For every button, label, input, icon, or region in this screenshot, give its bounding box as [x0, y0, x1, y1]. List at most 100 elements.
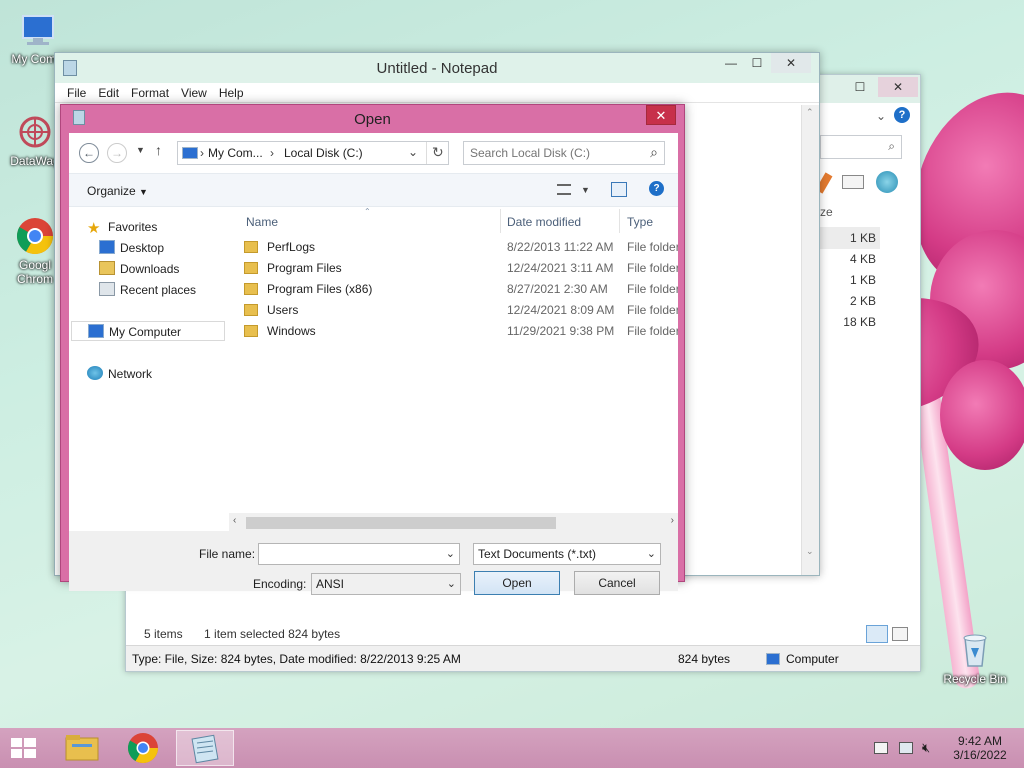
taskbar: 🔇︎ 9:42 AM 3/16/2022 [0, 728, 1024, 768]
forward-arrow-icon[interactable]: → [107, 143, 127, 163]
computer-icon [766, 653, 780, 665]
breadcrumb-my-computer[interactable]: My Com... [208, 146, 263, 160]
status-items-count: 5 items [144, 627, 183, 641]
file-date: 8/27/2021 2:30 AM [507, 282, 608, 296]
file-row[interactable]: Program Files 12/24/2021 3:11 AM File fo… [234, 258, 678, 279]
explorer-close-button[interactable]: ✕ [878, 77, 918, 97]
file-name: Users [267, 303, 299, 317]
chevron-down-icon[interactable]: ⌄ [876, 109, 886, 123]
chevron-down-icon[interactable]: ⌄ [647, 544, 656, 564]
tree-item-network[interactable]: Network [87, 364, 152, 384]
scroll-down-icon[interactable]: ⌄ [806, 546, 814, 557]
desktop-icon-recycle-bin[interactable]: Recycle Bin [940, 630, 1010, 686]
scroll-right-icon[interactable]: › [671, 515, 674, 526]
help-icon[interactable]: ? [894, 107, 910, 123]
network-icon [87, 366, 103, 380]
chevron-down-icon[interactable]: ▼ [581, 185, 590, 195]
view-options-icon[interactable] [557, 184, 571, 195]
tree-item-recent-places[interactable]: Recent places [99, 280, 196, 300]
notepad-vertical-scrollbar[interactable]: ⌃ ⌄ [801, 105, 819, 575]
tree-item-desktop[interactable]: Desktop [99, 238, 164, 258]
globe-icon[interactable] [876, 171, 898, 193]
tree-item-my-computer[interactable]: My Computer [71, 321, 225, 341]
file-type-select[interactable]: Text Documents (*.txt) ⌄ [473, 543, 661, 565]
menu-view[interactable]: View [181, 83, 207, 103]
menu-format[interactable]: Format [131, 83, 169, 103]
search-icon[interactable]: ⌕ [650, 144, 658, 161]
back-arrow-icon[interactable]: ← [79, 143, 99, 163]
tree-item-favorites[interactable]: ★ Favorites [87, 217, 157, 237]
taskbar-file-explorer[interactable] [54, 730, 110, 766]
recent-places-icon [99, 282, 115, 296]
refresh-icon[interactable]: ↻ [432, 144, 444, 161]
organize-button[interactable]: Organize ▼ [87, 184, 148, 198]
start-button[interactable] [0, 730, 48, 766]
file-row[interactable]: Windows 11/29/2021 9:38 PM File folder [234, 321, 678, 342]
notepad-minimize-button[interactable]: — [717, 53, 745, 73]
search-box[interactable]: ⌕ [463, 141, 665, 165]
windows-logo-icon [11, 738, 36, 758]
menu-edit[interactable]: Edit [98, 83, 119, 103]
folder-icon [244, 283, 258, 295]
scroll-left-icon[interactable]: ‹ [233, 515, 236, 526]
file-row[interactable]: PerfLogs 8/22/2013 11:22 AM File folder [234, 237, 678, 258]
tree-item-downloads[interactable]: Downloads [99, 259, 179, 279]
up-arrow-icon[interactable]: ↑ [155, 142, 162, 158]
scroll-up-icon[interactable]: ⌃ [806, 107, 814, 118]
taskbar-notepad[interactable] [176, 730, 234, 766]
notepad-close-button[interactable]: ✕ [771, 53, 811, 73]
preview-pane-icon[interactable] [611, 182, 627, 197]
chevron-down-icon[interactable]: ⌄ [446, 544, 455, 564]
explorer-search-box[interactable]: ⌕ [820, 135, 902, 159]
column-date-header[interactable]: Date modified [507, 215, 581, 229]
recent-locations-icon[interactable]: ▼ [136, 145, 145, 155]
notepad-menu-bar: File Edit Format View Help [55, 83, 819, 103]
file-type-value: Text Documents (*.txt) [478, 547, 597, 561]
help-icon[interactable]: ? [649, 181, 664, 196]
open-button[interactable]: Open [474, 571, 560, 595]
breadcrumb-local-disk[interactable]: Local Disk (C:) [284, 146, 363, 160]
star-icon: ★ [87, 220, 101, 237]
file-list: ⌃ Name Date modified Type PerfLogs 8/22/… [234, 207, 678, 513]
large-icons-view-icon[interactable] [892, 627, 908, 641]
details-view-icon[interactable] [866, 625, 888, 643]
menu-help[interactable]: Help [219, 83, 244, 103]
column-divider[interactable] [500, 209, 501, 233]
size-cell: 1 KB [849, 231, 876, 245]
action-center-flag-icon[interactable] [874, 742, 888, 754]
file-date: 12/24/2021 3:11 AM [507, 261, 614, 275]
encoding-select[interactable]: ANSI ⌄ [311, 573, 461, 595]
scrollbar-thumb[interactable] [246, 517, 556, 529]
dialog-close-button[interactable]: ✕ [646, 105, 676, 125]
file-row[interactable]: Program Files (x86) 8/27/2021 2:30 AM Fi… [234, 279, 678, 300]
search-input[interactable] [464, 142, 634, 164]
preview-pane-icon[interactable] [842, 175, 864, 189]
file-list-horizontal-scrollbar[interactable]: ‹ › [229, 513, 678, 531]
network-status-icon[interactable] [899, 742, 913, 754]
file-date: 8/22/2013 11:22 AM [507, 240, 614, 254]
sort-ascending-icon: ⌃ [364, 207, 371, 216]
file-type: File folder [627, 261, 678, 275]
file-row[interactable]: Users 12/24/2021 8:09 AM File folder [234, 300, 678, 321]
menu-file[interactable]: File [67, 83, 86, 103]
clock[interactable]: 9:42 AM 3/16/2022 [950, 734, 1010, 762]
volume-muted-icon[interactable]: 🔇︎ [922, 740, 930, 756]
chevron-down-icon[interactable]: ⌄ [447, 574, 456, 594]
file-name-combobox[interactable]: ⌄ [258, 543, 460, 565]
column-type-header[interactable]: Type [627, 215, 653, 229]
column-name-header[interactable]: Name [246, 215, 278, 229]
encoding-value: ANSI [316, 577, 345, 591]
dialog-title: Open [354, 111, 391, 128]
folder-icon [244, 262, 258, 274]
cancel-button[interactable]: Cancel [574, 571, 660, 595]
explorer-details-bar: Type: File, Size: 824 bytes, Date modifi… [126, 645, 920, 671]
file-name-input[interactable] [263, 544, 433, 564]
column-divider[interactable] [619, 209, 620, 233]
computer-icon [182, 147, 198, 159]
chevron-down-icon[interactable]: ⌄ [408, 145, 418, 159]
taskbar-chrome[interactable] [115, 730, 171, 766]
notepad-maximize-button[interactable]: ☐ [743, 53, 771, 73]
file-type: File folder [627, 303, 678, 317]
explorer-maximize-button[interactable]: ☐ [846, 77, 874, 97]
address-bar[interactable]: › My Com... › Local Disk (C:) ⌄ ↻ [177, 141, 449, 165]
